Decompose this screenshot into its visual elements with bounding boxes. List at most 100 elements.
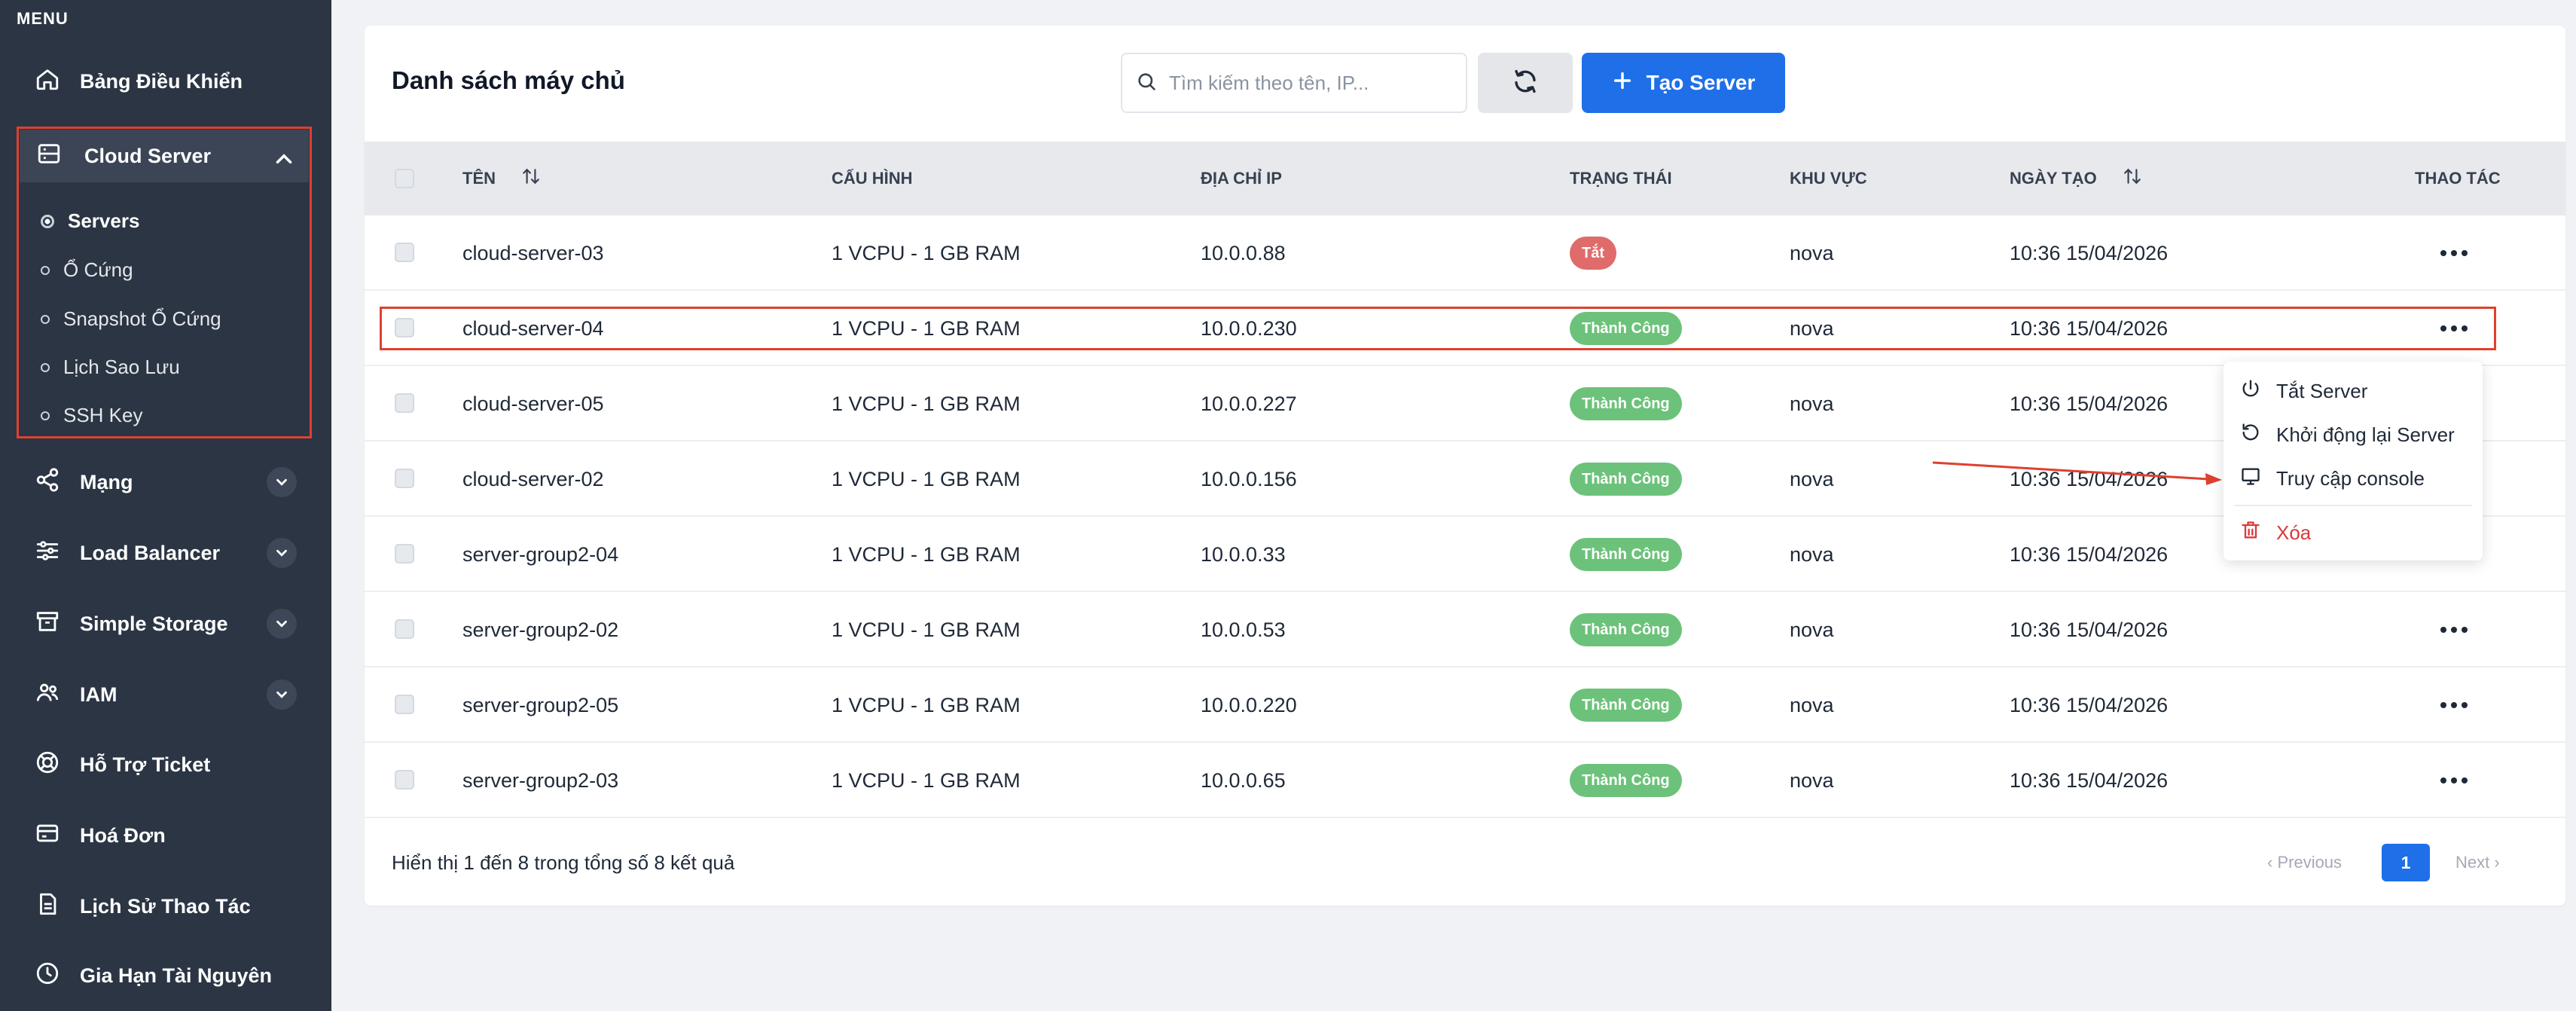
sidebar-item-load-balancer[interactable]: Load Balancer [18,524,313,582]
column-ip-header: ĐỊA CHỈ IP [1201,142,1282,215]
chevron-down-icon[interactable] [267,538,297,568]
row-checkbox[interactable] [395,770,414,790]
lifebuoy-icon [35,750,60,780]
row-checkbox[interactable] [395,393,414,413]
server-name[interactable]: server-group2-02 [462,592,618,667]
chevron-down-icon[interactable] [267,680,297,710]
server-ip: 10.0.0.220 [1201,693,1297,716]
sidebar-item-label: Gia Hạn Tài Nguyên [80,964,273,987]
sidebar-item-invoice[interactable]: Hoá Đơn [18,807,313,864]
server-created-date: 10:36 15/04/2026 [2010,467,2169,490]
table-row[interactable]: server-group2-03 1 VCPU - 1 GB RAM 10.0.0.… [365,743,2565,818]
server-region: nova [1790,392,1834,415]
column-actions-header: THAO TÁC [2415,142,2501,215]
server-name[interactable]: server-group2-03 [462,743,618,818]
home-icon [35,66,60,97]
sidebar-item-support-ticket[interactable]: Hỗ Trợ Ticket [18,736,313,793]
server-ip: 10.0.0.53 [1201,618,1286,641]
menu-item-label: Truy cập console [2276,466,2425,490]
sidebar-item-network[interactable]: Mạng [18,454,313,511]
sidebar-subitem-snapshot[interactable]: Snapshot Ổ Cứng [41,307,221,331]
column-created-header[interactable]: NGÀY TẠO [2010,142,2142,215]
sliders-icon [35,538,60,569]
status-badge: Tắt [1570,237,1616,270]
column-name-header[interactable]: TÊN [462,142,541,215]
column-label: KHU VỰC [1790,169,1867,188]
sidebar-subitem-ssh-key[interactable]: SSH Key [41,404,143,427]
menu-item-label: Khởi động lại Server [2276,423,2455,446]
search-box[interactable] [1121,53,1467,113]
sidebar-item-dashboard[interactable]: Bảng Điều Khiển [18,53,313,110]
server-name[interactable]: server-group2-05 [462,667,618,743]
server-created-date: 10:36 15/04/2026 [2010,241,2169,264]
sidebar: MENU Bảng Điều Khiển Cloud Server Server… [0,0,331,1011]
server-name[interactable]: cloud-server-03 [462,215,604,291]
radio-dot-icon [41,411,50,420]
radio-dot-icon [41,265,50,275]
sort-icon[interactable] [496,166,541,191]
chevron-down-icon[interactable] [267,467,297,497]
row-checkbox[interactable] [395,469,414,488]
table-row[interactable]: server-group2-05 1 VCPU - 1 GB RAM 10.0.0.… [365,667,2565,743]
column-label: CẤU HÌNH [832,169,913,188]
chevron-down-icon[interactable] [267,609,297,639]
server-name[interactable]: cloud-server-02 [462,441,604,517]
sidebar-item-cloud-server[interactable]: Cloud Server [20,130,309,182]
radio-dot-icon [41,314,50,324]
refresh-button[interactable] [1478,53,1573,113]
sidebar-subitem-label: Servers [68,209,140,232]
chevron-up-icon[interactable] [271,146,292,164]
server-created-date: 10:36 15/04/2026 [2010,693,2169,716]
more-actions-icon[interactable] [2431,238,2477,268]
sidebar-item-iam[interactable]: IAM [18,666,313,723]
users-icon [35,680,60,710]
search-input[interactable] [1167,70,1457,96]
server-created-date: 10:36 15/04/2026 [2010,542,2169,566]
sidebar-item-label: Hoá Đơn [80,823,166,847]
server-name[interactable]: cloud-server-05 [462,366,604,441]
sort-icon[interactable] [2097,166,2142,191]
pagination-page-1[interactable]: 1 [2382,844,2430,881]
select-all-checkbox[interactable] [395,169,414,188]
column-label: ĐỊA CHỈ IP [1201,169,1282,188]
table-row[interactable]: cloud-server-03 1 VCPU - 1 GB RAM 10.0.0.8… [365,215,2565,291]
row-checkbox[interactable] [395,695,414,714]
menu-item-access-console[interactable]: Truy cập console [2240,460,2425,497]
pagination-next[interactable]: Next › [2455,853,2500,872]
sidebar-item-label: Load Balancer [80,541,221,564]
server-ip: 10.0.0.88 [1201,241,1286,264]
row-checkbox[interactable] [395,243,414,262]
server-icon [36,141,62,172]
sidebar-item-simple-storage[interactable]: Simple Storage [18,595,313,652]
table-row[interactable]: server-group2-02 1 VCPU - 1 GB RAM 10.0.0.… [365,592,2565,667]
menu-item-delete[interactable]: Xóa [2240,514,2311,551]
server-created-date: 10:36 15/04/2026 [2010,392,2169,415]
power-icon [2240,378,2261,405]
server-region: nova [1790,467,1834,490]
create-server-button[interactable]: Tạo Server [1582,53,1785,113]
server-name[interactable]: server-group2-04 [462,517,618,592]
trash-icon [2240,520,2261,546]
row-actions-menu: Tắt Server Khởi động lại Server Truy cập… [2223,362,2483,560]
more-actions-icon[interactable] [2431,615,2477,645]
sidebar-item-resource-renewal[interactable]: Gia Hạn Tài Nguyên [18,947,313,1004]
pagination-previous[interactable]: ‹ Previous [2267,853,2342,872]
sidebar-subitem-disk[interactable]: Ổ Cứng [41,258,133,282]
sidebar-item-label: Mạng [80,470,133,493]
menu-item-shutdown-server[interactable]: Tắt Server [2240,372,2367,410]
search-icon [1136,71,1157,96]
row-checkbox[interactable] [395,619,414,639]
sidebar-subitem-label: Lịch Sao Lưu [63,356,180,378]
menu-item-restart-server[interactable]: Khởi động lại Server [2240,416,2455,454]
sidebar-subitem-backup-schedule[interactable]: Lịch Sao Lưu [41,356,180,379]
page-title: Danh sách máy chủ [392,66,625,94]
server-region: nova [1790,693,1834,716]
sidebar-subitem-servers[interactable]: Servers [41,209,139,233]
more-actions-icon[interactable] [2431,765,2477,796]
server-created-date: 10:36 15/04/2026 [2010,618,2169,641]
server-ip: 10.0.0.227 [1201,392,1297,415]
sidebar-item-label: Bảng Điều Khiển [80,69,243,93]
row-checkbox[interactable] [395,544,414,564]
more-actions-icon[interactable] [2431,690,2477,720]
sidebar-item-activity-history[interactable]: Lịch Sử Thao Tác [18,878,313,935]
